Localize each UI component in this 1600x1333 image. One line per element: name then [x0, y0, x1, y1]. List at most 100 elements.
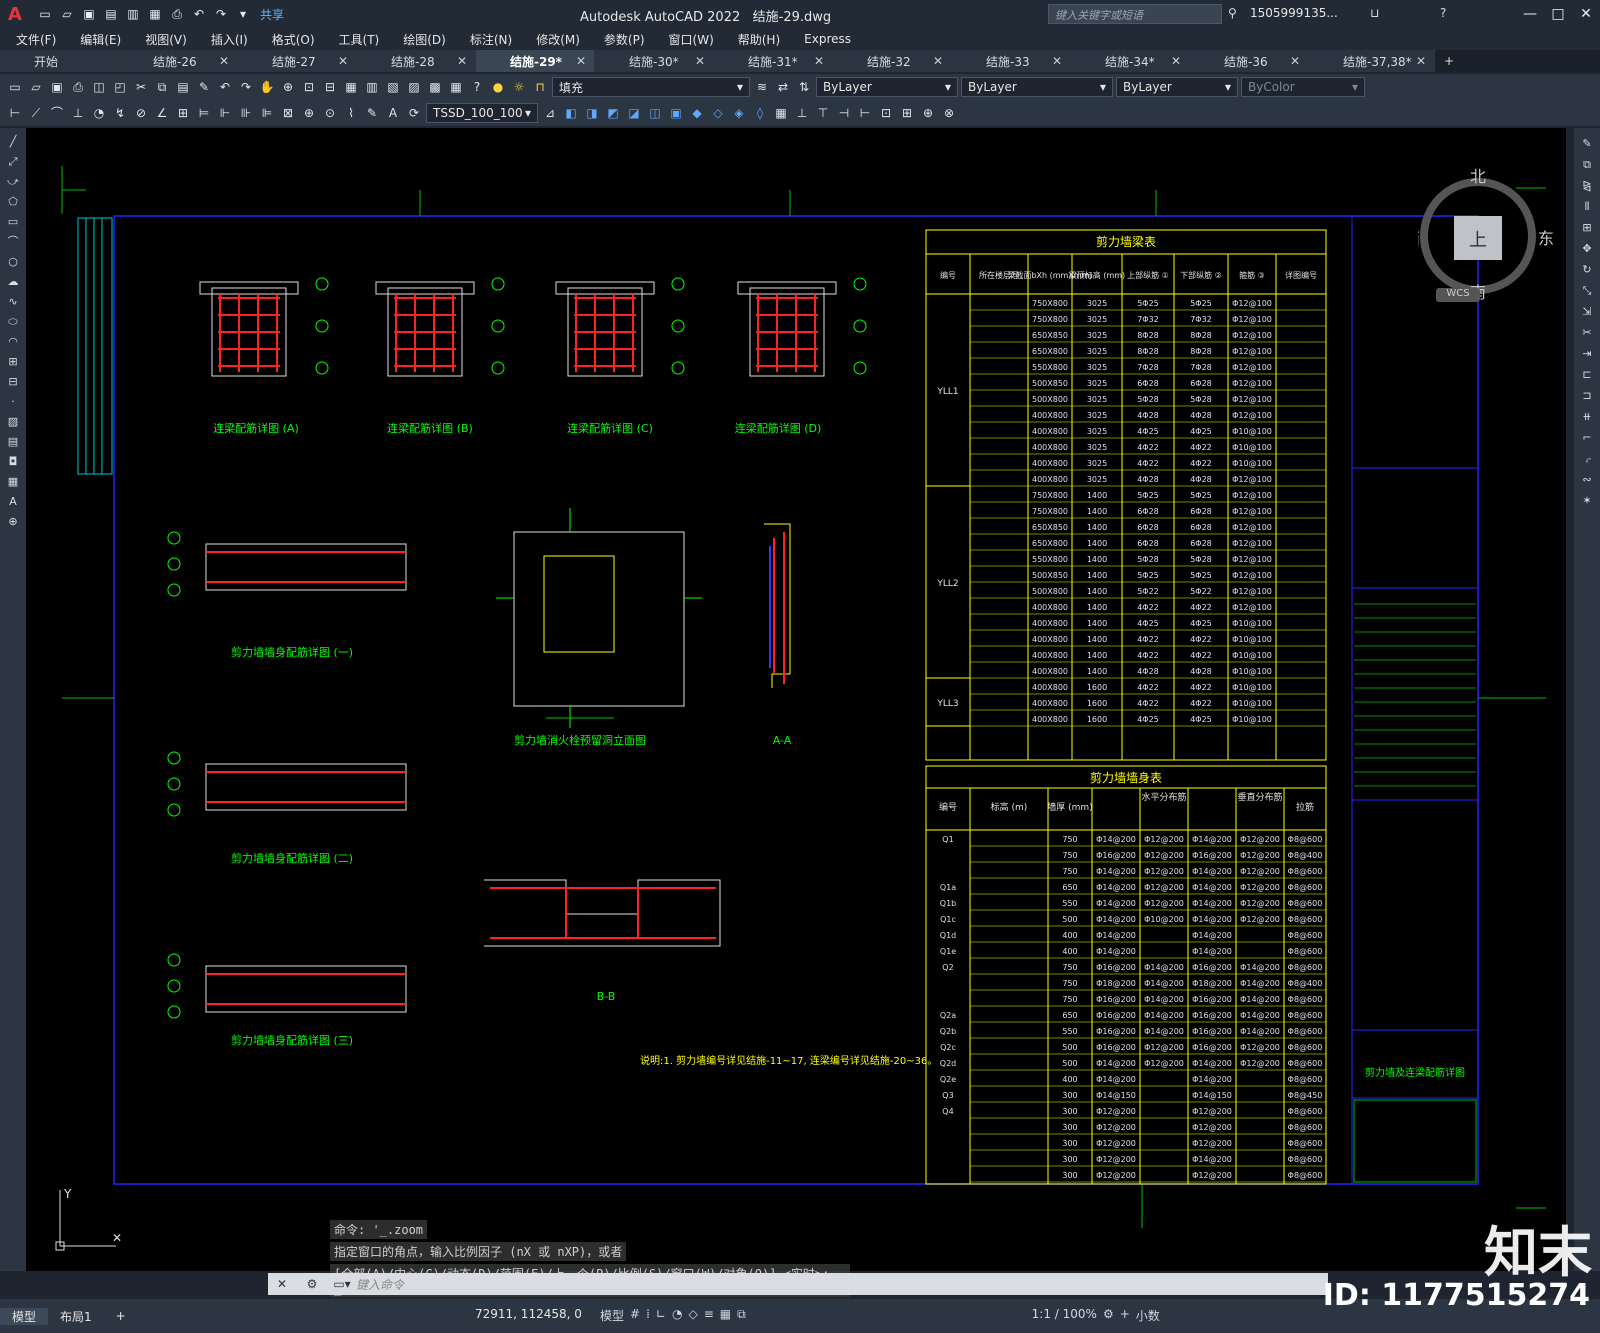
fillet-icon[interactable]: ⌌ [1579, 451, 1595, 467]
rectangle-icon[interactable]: ▭ [5, 214, 21, 230]
tab-doc-33[interactable]: 结施-33 ✕ [952, 50, 1071, 72]
close-icon[interactable]: ✕ [1171, 54, 1181, 68]
spline-icon[interactable]: ∿ [5, 294, 21, 310]
stretch-icon[interactable]: ⇲ [1579, 304, 1595, 320]
dimension-edit-icon[interactable]: ✎ [363, 104, 381, 122]
mtext-icon[interactable]: A [5, 494, 21, 510]
menu-draw[interactable]: 绘图(D) [403, 31, 446, 48]
coordinates-readout[interactable]: 72911, 112458, 0 [475, 1307, 582, 1321]
zoom-realtime-icon[interactable]: ⊕ [279, 78, 297, 96]
compass-north[interactable]: 北 [1470, 167, 1486, 186]
circle-icon[interactable]: ○ [5, 254, 21, 270]
jogged-linear-icon[interactable]: ⌇ [342, 104, 360, 122]
menu-file[interactable]: 文件(F) [16, 31, 56, 48]
insert-block-icon[interactable]: ⊞ [5, 354, 21, 370]
close-icon[interactable]: ✕ [268, 1277, 296, 1291]
export-icon[interactable]: ▦ [146, 6, 164, 22]
view-right-icon[interactable]: ◪ [625, 104, 643, 122]
tab-layout1[interactable]: 布局1 [48, 1308, 104, 1325]
zoom-previous-icon[interactable]: ⊟ [321, 78, 339, 96]
tab-doc-36[interactable]: 结施-36 ✕ [1190, 50, 1309, 72]
arc-icon[interactable]: ⌒ [5, 234, 21, 250]
selection-cycling-icon[interactable]: ⧉ [737, 1307, 746, 1324]
polygon-icon[interactable]: ⬠ [5, 194, 21, 210]
cut-icon[interactable]: ✂ [132, 78, 150, 96]
layer-bulb-icon[interactable]: ● [489, 78, 507, 96]
customize-icon[interactable]: ▾ [234, 6, 252, 22]
ucs-world-icon[interactable]: ⊤ [814, 104, 832, 122]
sheet-set-icon[interactable]: ▨ [405, 78, 423, 96]
layer-properties-icon[interactable]: ≋ [753, 78, 771, 96]
command-prompt-icon[interactable]: ▭▾ [328, 1277, 356, 1291]
markup-icon[interactable]: ▩ [426, 78, 444, 96]
close-icon[interactable]: ✕ [1290, 54, 1300, 68]
table-icon[interactable]: ▦ [5, 474, 21, 490]
close-icon[interactable]: ✕ [695, 54, 705, 68]
tab-doc-30[interactable]: 结施-30* ✕ [595, 50, 714, 72]
redo-icon[interactable]: ↷ [237, 78, 255, 96]
color-combo[interactable]: ByLayer ▾ [816, 77, 958, 97]
close-icon[interactable]: ✕ [933, 54, 943, 68]
radius-icon[interactable]: ◔ [90, 104, 108, 122]
view-top-icon[interactable]: ◫ [646, 104, 664, 122]
ortho-icon[interactable]: ∟ [656, 1307, 666, 1324]
tolerance-icon[interactable]: ⊠ [279, 104, 297, 122]
ellipse-arc-icon[interactable]: ◠ [5, 334, 21, 350]
tab-doc-34[interactable]: 结施-34* ✕ [1071, 50, 1190, 72]
annotation-scale[interactable]: 1:1 / 100% [1032, 1307, 1097, 1324]
grid-icon[interactable]: # [630, 1307, 640, 1324]
publish-icon[interactable]: ▥ [124, 6, 142, 22]
menu-insert[interactable]: 插入(I) [211, 31, 248, 48]
break-icon[interactable]: ⊫ [258, 104, 276, 122]
inspection-icon[interactable]: ⊙ [321, 104, 339, 122]
add-layout-button[interactable]: + [104, 1309, 138, 1323]
menu-modify[interactable]: 修改(M) [536, 31, 580, 48]
save-as-icon[interactable]: ▤ [102, 6, 120, 22]
menu-window[interactable]: 窗口(W) [669, 31, 714, 48]
chamfer-icon[interactable]: ⌐ [1579, 430, 1595, 446]
snap-icon[interactable]: ⁞ [646, 1307, 650, 1324]
menu-help[interactable]: 帮助(H) [738, 31, 780, 48]
close-icon[interactable]: ✕ [1416, 54, 1426, 68]
ucs-zaxis-icon[interactable]: ⊗ [940, 104, 958, 122]
drawing-canvas[interactable]: 连梁配筋详图 (A) 连梁配筋详图 (B) 连梁配筋详图 (C) 连梁配筋详图 (D)… [26, 128, 1566, 1271]
layer-lock-icon[interactable]: ⊓ [531, 78, 549, 96]
break-icon[interactable]: ⊐ [1579, 388, 1595, 404]
open-icon[interactable]: ▱ [27, 78, 45, 96]
compass-east[interactable]: 东 [1538, 229, 1554, 248]
region-icon[interactable]: ◘ [5, 454, 21, 470]
ucs-face-icon[interactable]: ⊢ [856, 104, 874, 122]
help-icon[interactable]: ? [468, 78, 486, 96]
ucs-origin-icon[interactable]: ⊕ [919, 104, 937, 122]
zoom-window-icon[interactable]: ⊡ [300, 78, 318, 96]
menu-express[interactable]: Express [804, 32, 851, 46]
aligned-dimension-icon[interactable]: ⟋ [27, 104, 45, 122]
space-icon[interactable]: ⊪ [237, 104, 255, 122]
linetype-combo[interactable]: ByLayer ▾ [961, 77, 1113, 97]
quick-dimension-icon[interactable]: ⊞ [174, 104, 192, 122]
view-left-icon[interactable]: ◩ [604, 104, 622, 122]
layer-combo[interactable]: 填充 ▾ [552, 77, 750, 97]
tab-doc-37[interactable]: 结施-37,38* ✕ [1309, 50, 1435, 72]
plus-icon[interactable]: + [1120, 1307, 1130, 1324]
mirror-icon[interactable]: ⧎ [1579, 178, 1595, 194]
minimize-icon[interactable]: — [1516, 0, 1544, 28]
gradient-icon[interactable]: ▤ [5, 434, 21, 450]
break-at-point-icon[interactable]: ⊏ [1579, 367, 1595, 383]
menu-tools[interactable]: 工具(T) [339, 31, 380, 48]
cart-icon[interactable]: ⊔ [1370, 6, 1379, 20]
revcloud-icon[interactable]: ☁ [5, 274, 21, 290]
diameter-icon[interactable]: ⊘ [132, 104, 150, 122]
named-views-icon[interactable]: ▦ [772, 104, 790, 122]
units-toggle[interactable]: 小数 [1136, 1307, 1160, 1324]
add-selected-icon[interactable]: ⊕ [5, 514, 21, 530]
lineweight-icon[interactable]: ≡ [704, 1307, 714, 1324]
gear-icon[interactable]: ⚙ [1103, 1307, 1114, 1324]
new-icon[interactable]: ▭ [36, 6, 54, 22]
redo-icon[interactable]: ↷ [212, 6, 230, 22]
close-icon[interactable]: ✕ [576, 54, 586, 68]
open-icon[interactable]: ▱ [58, 6, 76, 22]
search-input[interactable]: 键入关键字或短语 [1048, 4, 1222, 24]
ucs-icon[interactable]: ⊥ [793, 104, 811, 122]
share-button[interactable]: 共享 [260, 6, 284, 23]
